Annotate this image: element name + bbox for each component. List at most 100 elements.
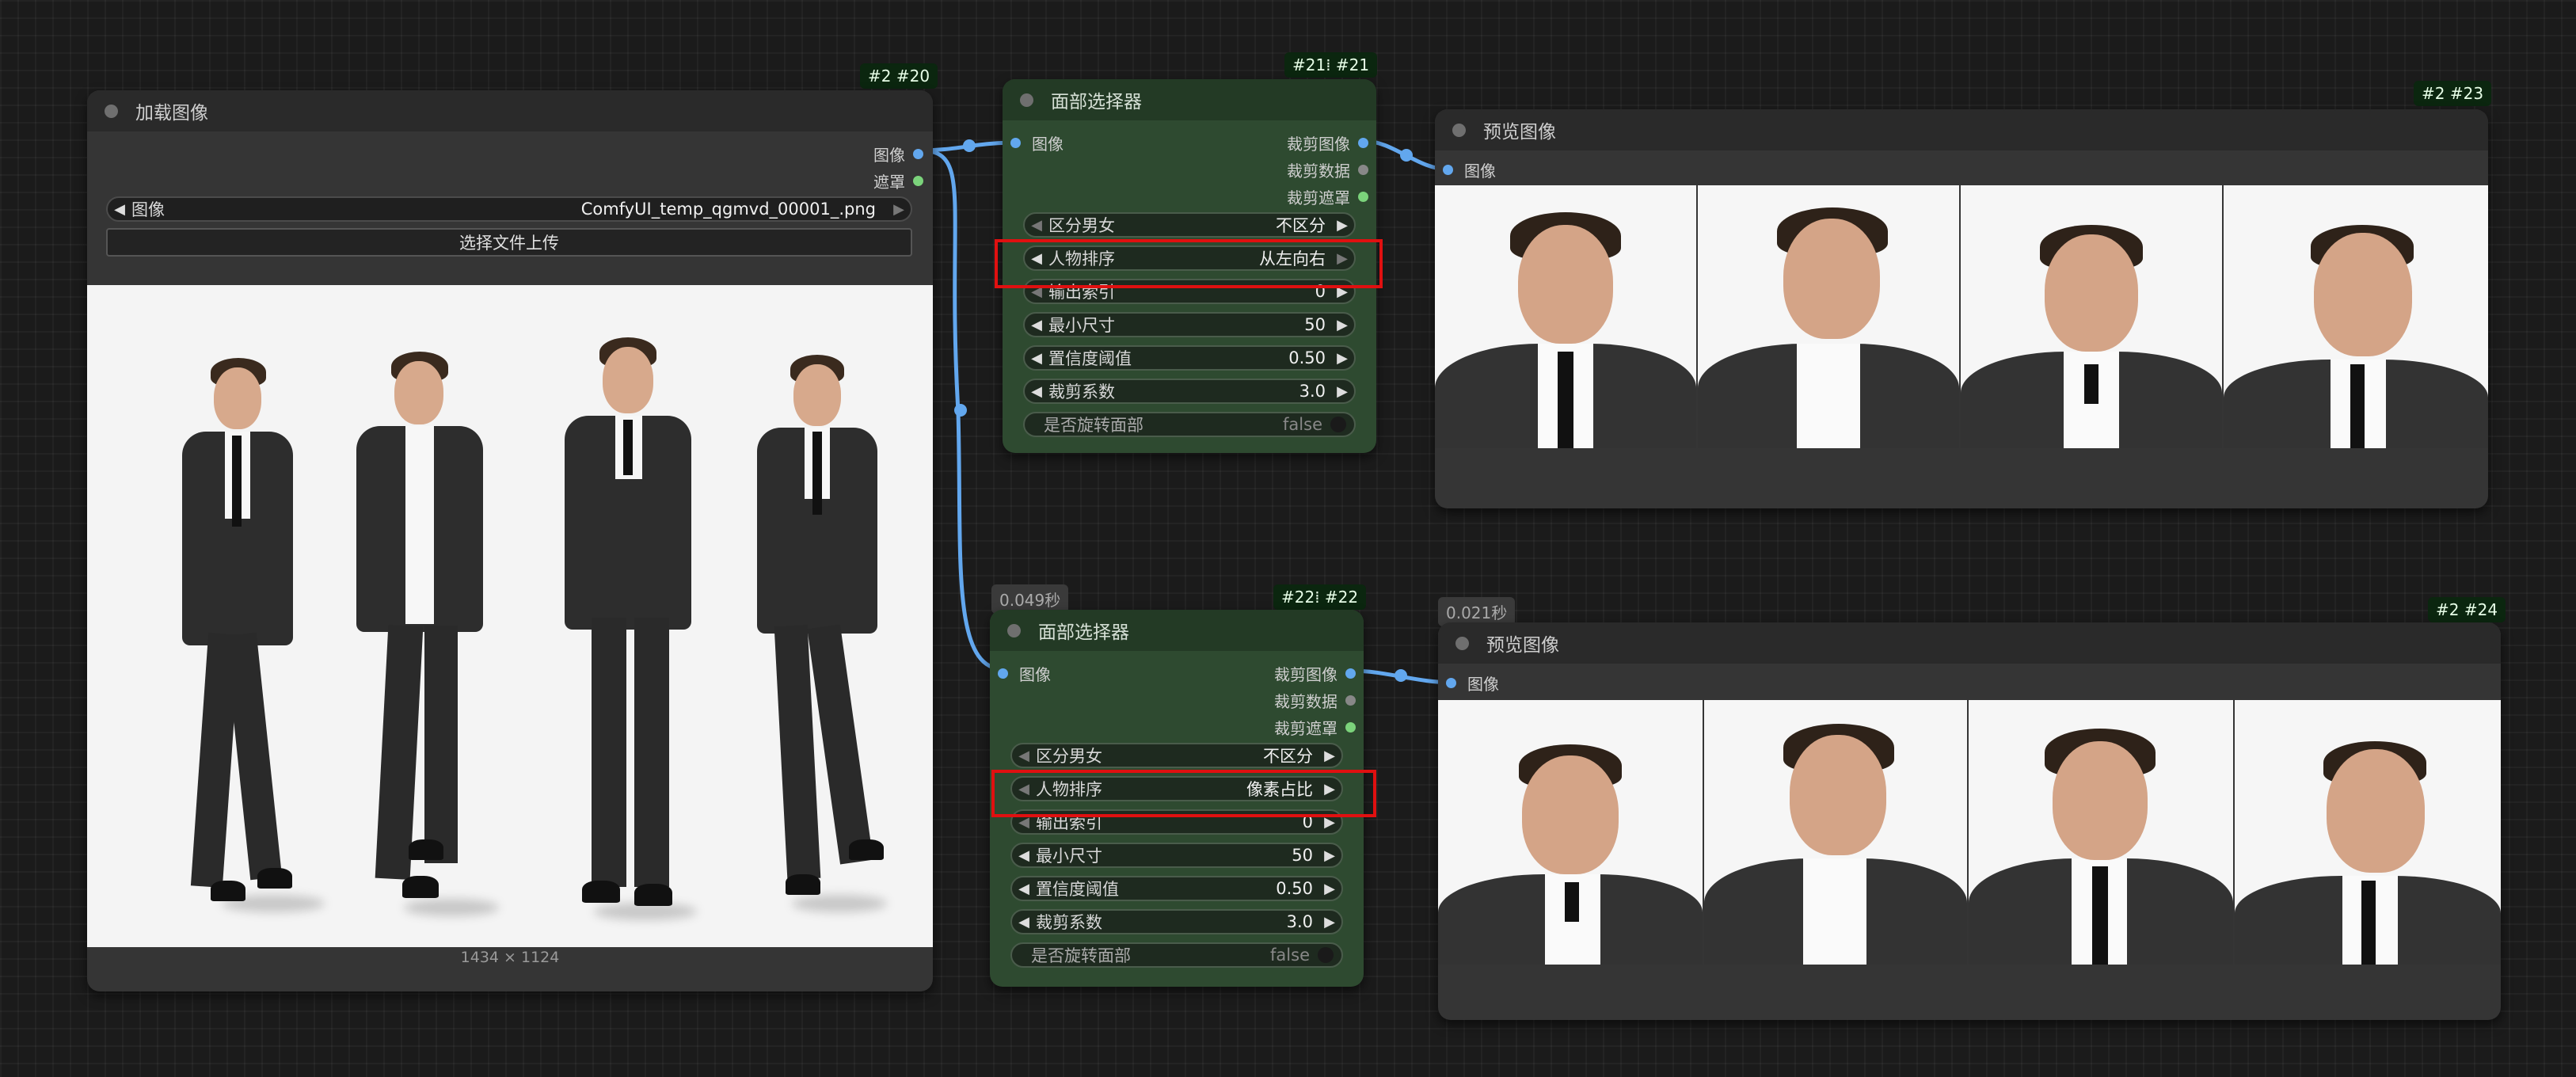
confidence-widget[interactable]: ◀ 置信度阈值 0.50 ▶	[1010, 876, 1343, 901]
output-slot-crop-data[interactable]: 裁剪数据	[1274, 689, 1356, 712]
highlight-box-sort-order-2	[991, 770, 1376, 817]
preview-image-node-2[interactable]: 预览图像 图像	[1438, 622, 2501, 1020]
slot-dot-icon[interactable]	[913, 149, 923, 159]
output-slot-crop-data[interactable]: 裁剪数据	[1287, 158, 1368, 181]
arrow-left-icon[interactable]: ◀	[1025, 350, 1048, 367]
reroute-dot	[1400, 149, 1413, 162]
output-slot-image[interactable]: 图像	[873, 143, 923, 166]
arrow-left-icon[interactable]: ◀	[108, 201, 131, 218]
arrow-right-icon[interactable]: ▶	[1318, 881, 1341, 897]
arrow-right-icon[interactable]: ▶	[1318, 847, 1341, 864]
arrow-right-icon[interactable]: ▶	[1318, 914, 1341, 930]
node-title-bar[interactable]: 面部选择器	[1003, 79, 1376, 120]
arrow-right-icon[interactable]: ▶	[1318, 748, 1341, 764]
widget-label: 最小尺寸	[1048, 316, 1115, 335]
widget-value: 不区分	[1263, 747, 1313, 766]
rotate-face-toggle[interactable]: 是否旋转面部 false	[1023, 412, 1356, 437]
widget-label: 最小尺寸	[1036, 847, 1102, 866]
min-size-widget[interactable]: ◀ 最小尺寸 50 ▶	[1023, 312, 1356, 337]
slot-dot-icon[interactable]	[1358, 138, 1368, 148]
slot-dot-icon[interactable]	[913, 176, 923, 186]
widget-label: 是否旋转面部	[1044, 416, 1143, 435]
output-slot-crop-mask[interactable]: 裁剪遮罩	[1274, 716, 1356, 739]
collapse-dot-icon[interactable]	[105, 104, 118, 118]
slot-dot-icon[interactable]	[1010, 138, 1021, 148]
image-combo-widget[interactable]: ◀ 图像 ComfyUI_temp_qgmvd_00001_.png ▶	[106, 196, 912, 222]
output-slot-crop-image[interactable]: 裁剪图像	[1287, 131, 1368, 154]
node-title-bar[interactable]: 面部选择器	[990, 610, 1364, 651]
face-crop-image[interactable]	[2224, 185, 2488, 448]
slot-dot-icon[interactable]	[1358, 165, 1368, 175]
arrow-left-icon[interactable]: ◀	[1012, 748, 1036, 764]
toggle-knob-icon[interactable]	[1330, 417, 1346, 432]
arrow-left-icon[interactable]: ◀	[1012, 847, 1036, 864]
rotate-face-toggle[interactable]: 是否旋转面部 false	[1010, 942, 1343, 968]
node-title: 预览图像	[1483, 122, 1556, 143]
preview-image-node-1[interactable]: 预览图像 图像	[1435, 109, 2488, 508]
widget-value: 不区分	[1276, 216, 1326, 235]
person-figure	[127, 285, 301, 927]
slot-dot-icon[interactable]	[1358, 192, 1368, 202]
arrow-left-icon[interactable]: ◀	[1025, 217, 1048, 234]
node-title-bar[interactable]: 加载图像	[87, 90, 933, 131]
arrow-right-icon[interactable]: ▶	[1330, 383, 1354, 400]
slot-dot-icon[interactable]	[1446, 678, 1456, 688]
widget-label: 图像	[131, 200, 165, 219]
widget-value: 0.50	[1288, 348, 1326, 367]
upload-button[interactable]: 选择文件上传	[106, 228, 912, 257]
gender-widget[interactable]: ◀ 区分男女 不区分 ▶	[1023, 212, 1356, 238]
person-figure	[309, 285, 507, 927]
face-crop-image[interactable]	[1698, 185, 1959, 448]
arrow-right-icon[interactable]: ▶	[887, 201, 911, 218]
arrow-left-icon[interactable]: ◀	[1025, 317, 1048, 333]
arrow-left-icon[interactable]: ◀	[1012, 914, 1036, 930]
face-crop-image[interactable]	[1438, 700, 1703, 965]
arrow-right-icon[interactable]: ▶	[1330, 317, 1354, 333]
face-crop-image[interactable]	[1704, 700, 1967, 965]
reroute-dot	[954, 404, 967, 417]
slot-dot-icon[interactable]	[1443, 165, 1453, 175]
node-title-bar[interactable]: 预览图像	[1435, 109, 2488, 150]
collapse-dot-icon[interactable]	[1007, 623, 1021, 637]
slot-label: 裁剪图像	[1287, 135, 1350, 154]
slot-dot-icon[interactable]	[1345, 695, 1356, 706]
output-slot-crop-mask[interactable]: 裁剪遮罩	[1287, 185, 1368, 208]
widget-value: 0.50	[1276, 879, 1313, 898]
collapse-dot-icon[interactable]	[1455, 636, 1469, 650]
output-slot-crop-image[interactable]: 裁剪图像	[1274, 662, 1356, 685]
arrow-right-icon[interactable]: ▶	[1330, 350, 1354, 367]
gender-widget[interactable]: ◀ 区分男女 不区分 ▶	[1010, 743, 1343, 768]
crop-factor-widget[interactable]: ◀ 裁剪系数 3.0 ▶	[1023, 379, 1356, 404]
arrow-right-icon[interactable]: ▶	[1330, 217, 1354, 234]
arrow-left-icon[interactable]: ◀	[1025, 383, 1048, 400]
collapse-dot-icon[interactable]	[1020, 93, 1033, 107]
input-slot-image[interactable]: 图像	[1010, 131, 1064, 154]
arrow-left-icon[interactable]: ◀	[1012, 881, 1036, 897]
face-crop-image[interactable]	[1969, 700, 2233, 965]
output-slot-mask[interactable]: 遮罩	[873, 169, 923, 192]
collapse-dot-icon[interactable]	[1452, 123, 1466, 137]
slot-label: 图像	[1467, 675, 1499, 694]
input-slot-image[interactable]: 图像	[1443, 158, 1496, 181]
confidence-widget[interactable]: ◀ 置信度阈值 0.50 ▶	[1023, 345, 1356, 371]
widget-value: 50	[1304, 315, 1326, 334]
node-title-bar[interactable]: 预览图像	[1438, 622, 2501, 664]
face-crop-image[interactable]	[2235, 700, 2501, 965]
input-slot-image[interactable]: 图像	[998, 662, 1051, 685]
face-crop-image[interactable]	[1961, 185, 2222, 448]
toggle-knob-icon[interactable]	[1318, 947, 1334, 963]
min-size-widget[interactable]: ◀ 最小尺寸 50 ▶	[1010, 843, 1343, 868]
face-crop-image[interactable]	[1435, 185, 1696, 448]
slot-dot-icon[interactable]	[998, 668, 1008, 679]
crop-factor-widget[interactable]: ◀ 裁剪系数 3.0 ▶	[1010, 909, 1343, 934]
highlight-box-sort-order-1	[995, 239, 1383, 288]
input-slot-image[interactable]: 图像	[1446, 672, 1499, 695]
slot-label: 裁剪数据	[1274, 692, 1337, 711]
slot-label: 裁剪图像	[1274, 665, 1337, 684]
reroute-dot	[963, 139, 976, 152]
slot-dot-icon[interactable]	[1345, 668, 1356, 679]
widget-value: ComfyUI_temp_qgmvd_00001_.png	[580, 200, 876, 219]
slot-dot-icon[interactable]	[1345, 722, 1356, 733]
preview-gallery	[1435, 185, 2488, 448]
load-image-node[interactable]: 加载图像 图像 遮罩 ◀ 图像 ComfyUI_temp_qgmvd_00001…	[87, 90, 933, 991]
